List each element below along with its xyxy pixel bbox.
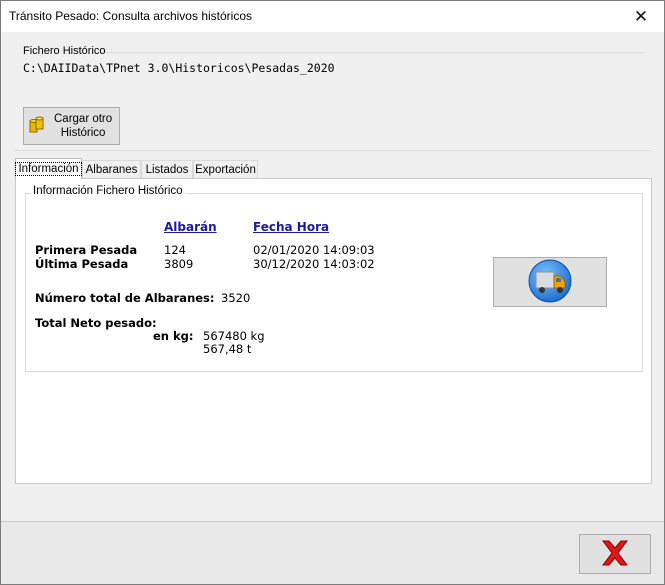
red-x-icon	[598, 538, 632, 571]
title-bar: Tránsito Pesado: Consulta archivos histó…	[1, 1, 664, 32]
file-group-divider	[105, 52, 645, 53]
database-icon	[28, 116, 46, 137]
load-button-label: Cargar otro Histórico	[54, 112, 112, 140]
tab-albaranes[interactable]: Albaranes	[82, 160, 141, 179]
tab-listados-label: Listados	[145, 164, 189, 176]
truck-icon	[527, 258, 573, 307]
footer-bar	[1, 522, 664, 584]
close-icon: ✕	[633, 6, 649, 26]
albaran-column-header: Albarán	[164, 220, 217, 234]
en-kg-label: en kg:	[153, 329, 194, 343]
load-other-history-button[interactable]: Cargar otro Histórico	[23, 107, 120, 145]
window-title: Tránsito Pesado: Consulta archivos histó…	[9, 9, 252, 23]
first-weighing-albaran: 124	[164, 243, 186, 257]
total-neto-label: Total Neto pesado:	[35, 316, 157, 330]
tab-exportacion-label: Exportación	[195, 164, 256, 176]
cancel-button[interactable]	[579, 534, 651, 574]
last-weighing-albaran: 3809	[164, 257, 194, 271]
first-weighing-datetime: 02/01/2020 14:09:03	[253, 243, 375, 257]
last-weighing-label: Última Pesada	[35, 257, 129, 271]
file-path: C:\DAIIData\TPnet 3.0\Historicos\Pesadas…	[23, 61, 335, 75]
fecha-hora-column-header: Fecha Hora	[253, 220, 330, 234]
first-weighing-label: Primera Pesada	[35, 243, 138, 257]
tab-informacion[interactable]: Información	[15, 158, 82, 179]
file-group-label: Fichero Histórico	[23, 45, 106, 57]
tab-panel-informacion	[15, 178, 652, 484]
total-albaranes-value: 3520	[221, 291, 251, 305]
tab-exportacion[interactable]: Exportación	[193, 160, 258, 179]
load-button-line1: Cargar otro	[54, 113, 113, 125]
last-weighing-datetime: 30/12/2020 14:03:02	[253, 257, 375, 271]
tab-listados[interactable]: Listados	[141, 160, 193, 179]
total-neto-t: 567,48 t	[203, 342, 252, 356]
tab-informacion-label: Información	[15, 162, 82, 176]
file-group-bottom-divider	[15, 150, 651, 151]
info-group-label: Información Fichero Histórico	[31, 185, 185, 197]
app-window: Tránsito Pesado: Consulta archivos histó…	[0, 0, 665, 585]
load-button-line2: Histórico	[60, 127, 106, 139]
truck-button[interactable]	[493, 257, 607, 307]
total-neto-kg: 567480 kg	[203, 329, 265, 343]
close-window-button[interactable]: ✕	[618, 1, 664, 32]
total-albaranes-label: Número total de Albaranes:	[35, 291, 215, 305]
tab-albaranes-label: Albaranes	[85, 164, 138, 176]
